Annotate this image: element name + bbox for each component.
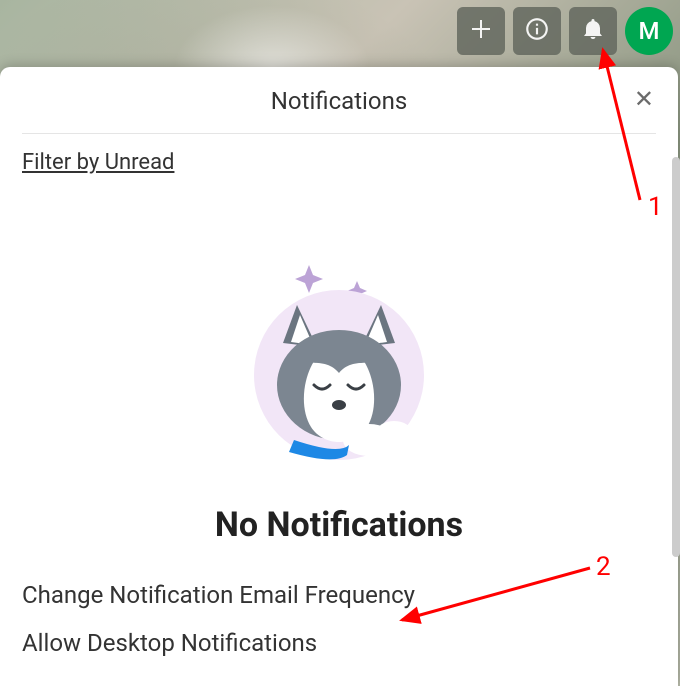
close-icon: ✕ bbox=[634, 85, 654, 113]
change-email-frequency-link[interactable]: Change Notification Email Frequency bbox=[22, 581, 656, 609]
close-button[interactable]: ✕ bbox=[630, 83, 658, 115]
panel-title: Notifications bbox=[271, 87, 407, 115]
mascot-husky-icon bbox=[239, 255, 439, 455]
scrollbar-thumb[interactable] bbox=[672, 157, 680, 557]
annotation-label-2: 2 bbox=[596, 552, 611, 582]
filter-unread-link[interactable]: Filter by Unread bbox=[22, 150, 174, 175]
info-icon bbox=[524, 16, 550, 46]
avatar-initial: M bbox=[639, 17, 660, 45]
scrollbar[interactable] bbox=[672, 67, 680, 686]
panel-header: Notifications ✕ bbox=[22, 87, 656, 134]
empty-state: No Notifications Change Notification Ema… bbox=[22, 255, 656, 657]
add-button[interactable] bbox=[457, 7, 505, 55]
allow-desktop-notifications-link[interactable]: Allow Desktop Notifications bbox=[22, 629, 656, 657]
annotation-label-1: 1 bbox=[648, 192, 663, 222]
avatar[interactable]: M bbox=[625, 7, 673, 55]
plus-icon bbox=[469, 17, 493, 45]
info-button[interactable] bbox=[513, 7, 561, 55]
notifications-panel: Notifications ✕ Filter by Unread bbox=[0, 67, 678, 686]
header-toolbar: M bbox=[457, 7, 673, 55]
notifications-button[interactable] bbox=[569, 7, 617, 55]
empty-title: No Notifications bbox=[22, 505, 656, 545]
bell-icon bbox=[581, 17, 605, 45]
